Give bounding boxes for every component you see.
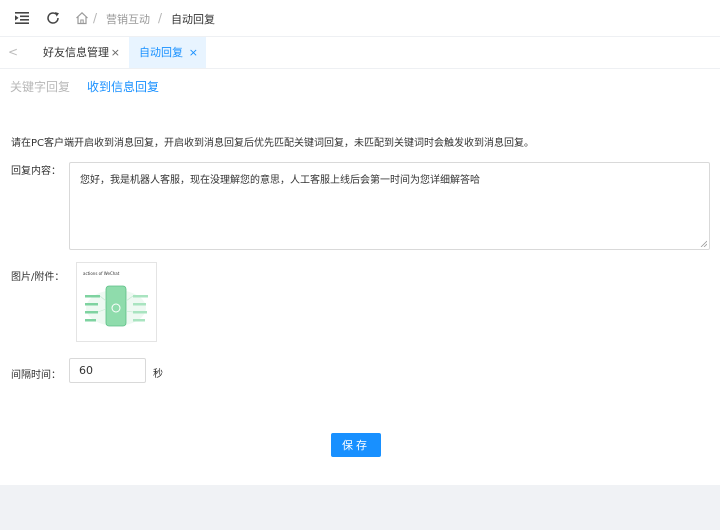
close-icon[interactable]: ×	[111, 37, 120, 68]
breadcrumb-separator: /	[93, 11, 98, 25]
page-tabs: < 好友信息管理 × 自动回复 ×	[0, 37, 720, 69]
menu-fold-icon[interactable]	[14, 11, 30, 25]
tab-auto-reply[interactable]: 自动回复 ×	[129, 37, 206, 68]
breadcrumb-separator: /	[158, 11, 163, 25]
attachment-thumbnail[interactable]: actions of WeChat	[76, 262, 157, 342]
resize-handle-icon[interactable]	[700, 240, 707, 247]
reply-content-textarea[interactable]: 您好，我是机器人客服，现在没理解您的意思，人工客服上线后会第一时间为您详细解答哈	[69, 162, 710, 250]
attachment-label: 图片/附件：	[11, 272, 65, 283]
subtab-message-reply[interactable]: 收到信息回复	[87, 78, 159, 95]
home-icon[interactable]	[75, 11, 89, 25]
subtab-keyword-reply[interactable]: 关键字回复	[10, 78, 70, 95]
reply-content-value: 您好，我是机器人客服，现在没理解您的意思，人工客服上线后会第一时间为您详细解答哈	[80, 175, 480, 186]
breadcrumb-current: 自动回复	[171, 13, 215, 26]
tab-label: 自动回复	[139, 46, 183, 59]
diagram-thumbnail-icon	[85, 285, 148, 327]
interval-unit: 秒	[153, 369, 163, 380]
interval-input[interactable]: 60	[69, 358, 146, 383]
interval-label: 间隔时间：	[11, 370, 61, 381]
reply-content-label: 回复内容：	[11, 166, 61, 177]
breadcrumb-item-marketing[interactable]: 营销互动	[106, 11, 150, 27]
close-icon[interactable]: ×	[189, 37, 198, 68]
top-bar: / 营销互动 / 自动回复	[0, 0, 720, 37]
description-text: 请在PC客户端开启收到消息回复，开启收到消息回复后优先匹配关键词回复，未匹配到关…	[11, 138, 535, 149]
save-button[interactable]: 保存	[331, 433, 381, 457]
refresh-icon[interactable]	[45, 10, 61, 26]
tab-friend-info[interactable]: 好友信息管理 ×	[33, 37, 128, 68]
page-footer	[0, 485, 720, 530]
tab-scroll-left-icon[interactable]: <	[8, 45, 18, 59]
tab-label: 好友信息管理	[43, 46, 109, 59]
